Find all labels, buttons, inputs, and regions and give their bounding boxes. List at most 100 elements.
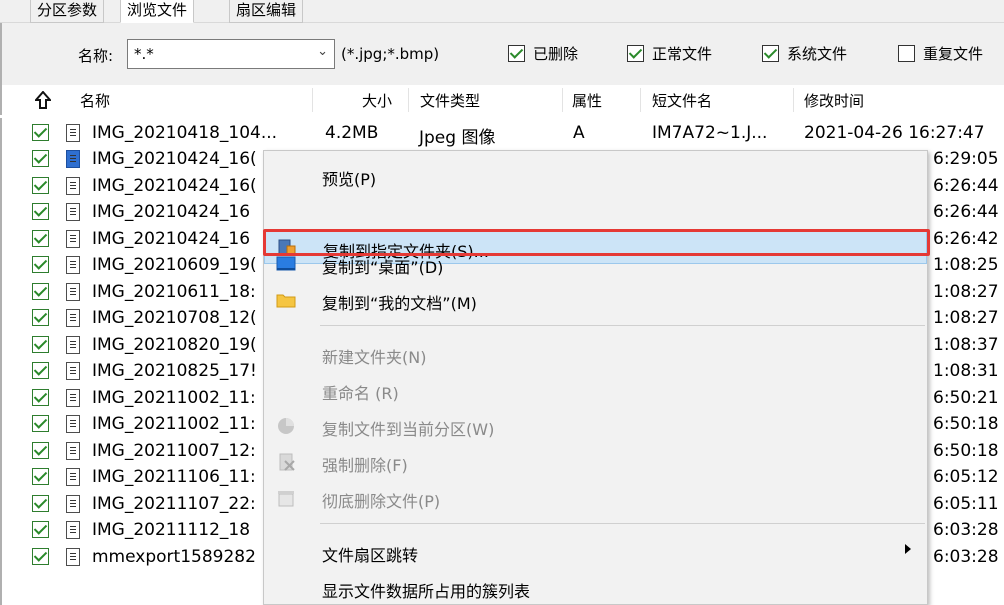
menu-item-label: 强制删除(F) (322, 456, 408, 475)
row-checkbox[interactable] (32, 150, 49, 167)
menu-item-copy-to-documents[interactable]: 复制到“我的文档”(M) (264, 283, 927, 317)
file-size: 4.2MB (325, 123, 379, 143)
highlight-box (263, 229, 930, 256)
file-modified-time: 6:50:21 (933, 387, 999, 408)
file-name: mmexport1589282 (92, 546, 256, 567)
file-list-header: 名称 大小 文件类型 属性 短文件名 修改时间 (0, 85, 1004, 115)
normal-files-checkbox[interactable] (627, 45, 644, 62)
column-attr[interactable]: 属性 (572, 90, 602, 111)
file-modified-time: 6:50:18 (933, 440, 999, 461)
file-icon (66, 441, 80, 460)
row-checkbox[interactable] (32, 362, 49, 379)
deleted-checkbox[interactable] (508, 45, 525, 62)
submenu-arrow-icon (905, 544, 911, 554)
file-modified-time: 6:03:28 (933, 546, 999, 567)
file-type: Jpeg 图像 (419, 128, 496, 148)
menu-item-wipe-delete[interactable]: 彻底删除文件(P) (264, 481, 927, 515)
chevron-down-icon[interactable]: ⌄ (317, 44, 328, 59)
menu-item-label: 新建文件夹(N) (322, 348, 427, 367)
name-filter-combobox[interactable]: *.* ⌄ (127, 39, 335, 69)
row-checkbox[interactable] (32, 229, 49, 247)
duplicate-files-checkbox[interactable] (898, 45, 915, 62)
file-icon (66, 362, 80, 380)
file-icon (66, 547, 80, 566)
file-name: IMG_20210825_17! (92, 361, 257, 381)
menu-item-label: 彻底删除文件(P) (322, 492, 441, 511)
row-checkbox[interactable] (32, 282, 49, 300)
name-filter-hint: (*.jpg;*.bmp) (341, 45, 440, 63)
file-modified-time: 6:29:05 (933, 149, 999, 169)
row-checkbox[interactable] (32, 176, 49, 194)
up-arrow-icon[interactable] (35, 91, 51, 109)
file-attr: A (573, 123, 585, 143)
row-checkbox[interactable] (32, 521, 49, 538)
menu-item-rename[interactable]: 重命名 (R) (264, 373, 927, 407)
row-checkbox[interactable] (32, 441, 49, 459)
menu-separator (320, 325, 925, 326)
duplicate-files-label: 重复文件 (923, 45, 984, 63)
file-icon (66, 229, 80, 248)
file-name: IMG_20211106_11: (92, 467, 256, 487)
column-size[interactable]: 大小 (362, 90, 392, 111)
file-icon (66, 521, 80, 539)
file-name: IMG_20210424_16( (92, 149, 257, 169)
file-modified-time: 1:08:25 (933, 255, 999, 275)
menu-item-label: 预览(P) (322, 170, 377, 189)
normal-files-label: 正常文件 (652, 45, 713, 63)
file-name: IMG_20210424_16 (92, 202, 251, 222)
file-modified-time: 1:08:27 (933, 308, 999, 328)
file-modified-time: 1:08:27 (933, 281, 999, 302)
partition-icon (278, 418, 294, 434)
file-modified-time: 6:26:44 (933, 202, 999, 222)
table-row[interactable]: IMG_20210418_104... 4.2MB Jpeg 图像 A IM7A… (2, 120, 1004, 148)
name-filter-label: 名称: (78, 47, 114, 65)
deleted-label: 已删除 (533, 45, 579, 63)
file-name: IMG_20211007_12: (92, 440, 256, 461)
column-type[interactable]: 文件类型 (420, 90, 480, 111)
file-icon (66, 309, 80, 327)
file-short-name: IM7A72~1.J... (652, 123, 768, 143)
file-modified-time: 1:08:37 (933, 334, 999, 355)
row-checkbox[interactable] (32, 415, 49, 432)
row-checkbox[interactable] (32, 388, 49, 406)
menu-item-copy-to-partition[interactable]: 复制文件到当前分区(W) (264, 409, 927, 443)
row-checkbox[interactable] (32, 468, 49, 485)
file-icon (66, 468, 80, 486)
row-checkbox[interactable] (32, 124, 49, 141)
file-name: IMG_20210418_104... (92, 123, 278, 143)
row-checkbox[interactable] (32, 256, 49, 273)
row-checkbox[interactable] (32, 494, 49, 512)
file-name: IMG_20210609_19( (92, 255, 257, 275)
file-icon (66, 150, 80, 168)
tab-partition-params[interactable]: 分区参数 (30, 0, 105, 23)
tab-browse-files[interactable]: 浏览文件 (120, 0, 195, 23)
file-icon (66, 256, 80, 274)
menu-item-preview[interactable]: 预览(P) (264, 159, 927, 193)
file-modified-time: 6:05:11 (933, 493, 999, 514)
file-modified-time: 6:03:28 (933, 520, 999, 540)
file-icon (66, 176, 80, 195)
file-name: IMG_20211002_11: (92, 387, 256, 408)
row-checkbox[interactable] (32, 309, 49, 326)
menu-item-force-delete[interactable]: 强制删除(F) (264, 445, 927, 479)
row-checkbox[interactable] (32, 203, 49, 220)
menu-item-sector-jump[interactable]: 文件扇区跳转 (264, 535, 927, 569)
file-modified-time: 6:05:12 (933, 467, 999, 487)
menu-item-label: 重命名 (R) (322, 384, 399, 403)
menu-item-new-folder[interactable]: 新建文件夹(N) (264, 337, 927, 371)
menu-item-cluster-list[interactable]: 显示文件数据所占用的簇列表 (264, 571, 927, 605)
column-modified-time[interactable]: 修改时间 (804, 90, 864, 111)
column-name[interactable]: 名称 (80, 90, 110, 111)
file-icon (66, 415, 80, 433)
row-checkbox[interactable] (32, 335, 49, 353)
menu-item-label: 显示文件数据所占用的簇列表 (322, 582, 531, 601)
file-name: IMG_20211112_18 (92, 520, 251, 540)
column-short-name[interactable]: 短文件名 (652, 90, 712, 111)
system-files-checkbox[interactable] (762, 45, 779, 62)
tab-strip: 分区参数 浏览文件 扇区编辑 (0, 0, 1004, 23)
file-icon (66, 494, 80, 513)
tab-sector-edit[interactable]: 扇区编辑 (229, 0, 304, 23)
row-checkbox[interactable] (32, 547, 49, 565)
menu-item-label: 复制文件到当前分区(W) (322, 420, 495, 439)
file-modified-time: 6:26:42 (933, 228, 999, 249)
